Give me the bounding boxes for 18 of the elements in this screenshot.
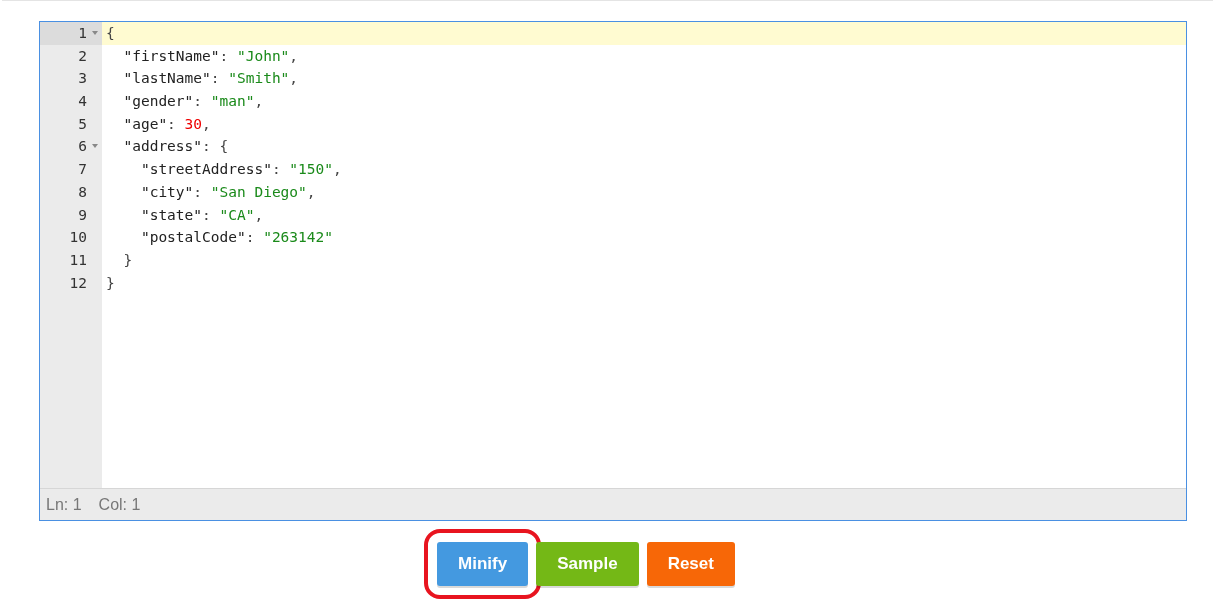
column-indicator: Col: 1 [98, 494, 141, 515]
code-line: { [105, 24, 115, 43]
line-number: 1 [40, 22, 102, 45]
code-line: "address": { [122, 137, 229, 157]
code-line: "age": 30, [122, 114, 211, 134]
code-line: "postalCode": "263142" [139, 228, 333, 248]
code-line: "lastName": "Smith", [122, 69, 299, 89]
code-line: "streetAddress": "150", [139, 160, 342, 180]
code-line: "state": "CA", [139, 205, 264, 225]
sample-button[interactable]: Sample [536, 542, 639, 586]
line-indicator: Ln: 1 [46, 494, 82, 515]
minify-button[interactable]: Minify [437, 542, 529, 586]
code-line: } [105, 273, 115, 293]
code-line: "city": "San Diego", [139, 182, 316, 202]
code-line: "gender": "man", [122, 92, 264, 112]
code-line: } [122, 250, 133, 270]
code-line: "firstName": "John", [122, 46, 299, 66]
reset-button[interactable]: Reset [646, 542, 735, 586]
